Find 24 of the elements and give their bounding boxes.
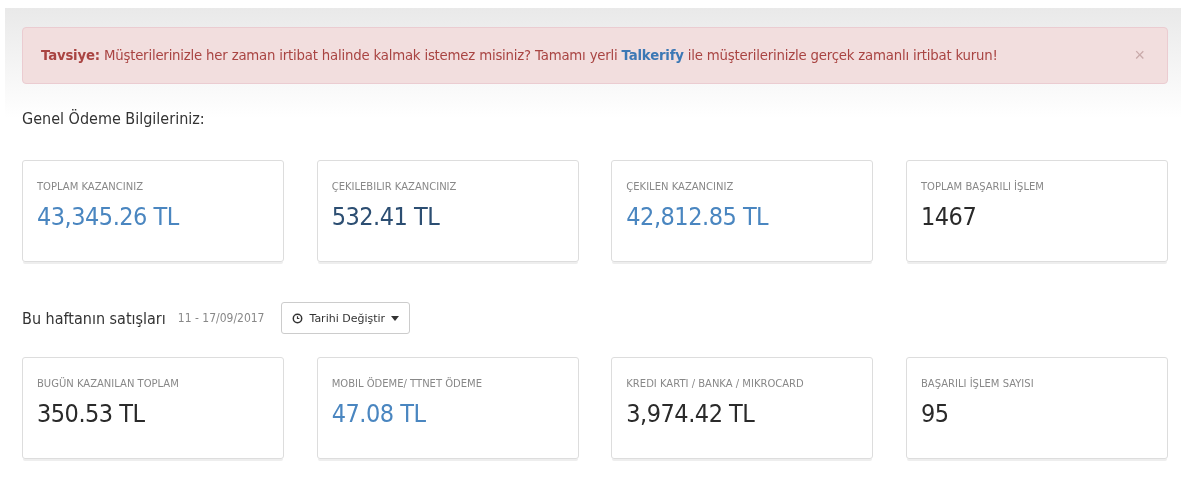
stat-value: 3,974.42 TL — [626, 399, 756, 428]
stat-label: ÇEKILEN KAZANCINIZ — [626, 181, 735, 192]
stat-label: BUGÜN KAZANILAN TOPLAM — [37, 378, 180, 389]
stat-value: 95 — [920, 399, 950, 428]
stat-label: TOPLAM KAZANCINIZ — [37, 181, 145, 192]
stat-label: TOPLAM BAŞARILI İŞLEM — [920, 181, 1045, 192]
stat-value: 42,812.85 TL — [626, 202, 770, 231]
stat-label: BAŞARILI İŞLEM SAYISI — [920, 378, 1035, 389]
stat-label: KREDI KARTI / BANKA / MIKROCARD — [626, 378, 805, 389]
date-range: 11 - 17/09/2017 — [177, 311, 265, 325]
stat-value: 350.53 TL — [37, 399, 146, 428]
section-heading: Bu haftanın satışları — [22, 308, 166, 328]
section-heading: Genel Ödeme Bilgileriniz: — [22, 109, 206, 130]
change-date-button[interactable]: Tarihi Değiştir — [281, 302, 411, 334]
stat-value: 1467 — [920, 202, 978, 231]
alert-message: Tavsiye: Müşterilerinizle her zaman irtibat halinde kalmak istemez misiniz? Tamamı yerli Talkerify ile müşterilerinizle gerçek zamanlı irtibat kurun! — [41, 48, 998, 63]
stat-label: MOBIL ÖDEME/ TTNET ÖDEME — [331, 378, 484, 389]
clock-icon — [292, 312, 304, 324]
stat-value: 532.41 TL — [331, 202, 441, 231]
talkerify-link[interactable]: Talkerify — [621, 48, 684, 63]
stat-label: ÇEKILEBILIR KAZANCINIZ — [331, 181, 458, 192]
caret-icon — [391, 315, 400, 321]
stat-value: 43,345.26 TL — [37, 202, 181, 231]
stat-value: 47.08 TL — [331, 399, 427, 428]
